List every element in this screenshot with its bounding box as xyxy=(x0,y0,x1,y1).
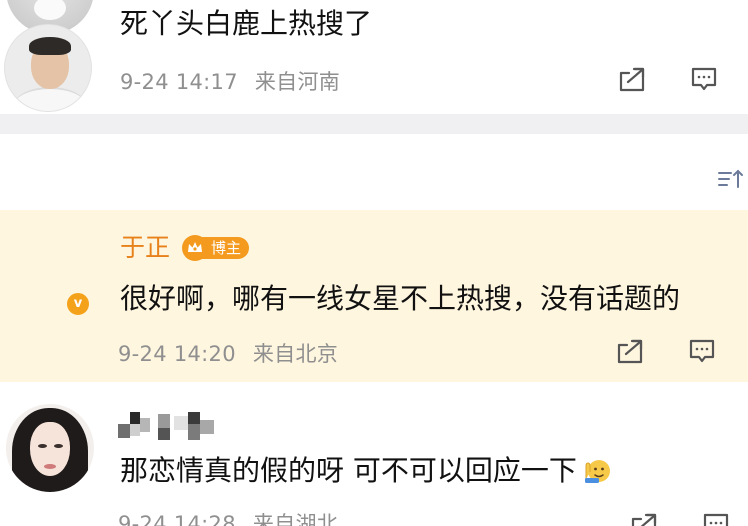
comment-date: 9-24 14:20 xyxy=(118,342,236,366)
comment-location: 来自湖北 xyxy=(252,512,339,526)
comment-meta: 9-24 14:17 来自河南 xyxy=(120,66,340,96)
username-obscured[interactable] xyxy=(118,412,218,442)
share-icon[interactable] xyxy=(630,512,658,526)
comment-meta: 9-24 14:28 来自湖北 xyxy=(118,508,338,526)
comment-icon[interactable] xyxy=(690,66,718,92)
comment-text: 那恋情真的假的呀 可不可以回应一下 xyxy=(120,452,613,490)
comment-text: 死丫头白鹿上热搜了 xyxy=(120,7,373,40)
avatar[interactable] xyxy=(6,404,94,492)
avatar[interactable] xyxy=(4,24,92,112)
comment-text-content: 那恋情真的假的呀 可不可以回应一下 xyxy=(120,454,577,487)
comment-meta: 9-24 14:20 来自北京 xyxy=(118,338,338,368)
comment-date: 9-24 14:17 xyxy=(120,70,238,94)
blogger-badge: 博主 xyxy=(182,234,250,262)
share-icon[interactable] xyxy=(618,66,646,92)
comment-location: 来自北京 xyxy=(252,342,339,366)
section-divider xyxy=(0,114,748,134)
comment-icon[interactable] xyxy=(688,338,716,364)
comment-feed: 死丫头白鹿上热搜了 9-24 14:17 来自河南 v 于正 博主 很好啊，哪有… xyxy=(0,0,748,526)
crown-icon xyxy=(182,235,208,261)
username[interactable]: 于正 xyxy=(120,232,170,264)
verified-badge-icon: v xyxy=(64,290,92,318)
share-icon[interactable] xyxy=(616,338,644,364)
raised-hand-emoji-icon xyxy=(583,454,613,484)
comment-item: 死丫头白鹿上热搜了 9-24 14:17 来自河南 xyxy=(0,0,748,114)
comment-icon[interactable] xyxy=(702,512,730,526)
sort-icon[interactable] xyxy=(716,166,746,192)
comment-text: 很好啊，哪有一线女星不上热搜，没有话题的 xyxy=(120,282,681,315)
comment-location: 来自河南 xyxy=(254,70,341,94)
blogger-badge-label: 博主 xyxy=(202,237,250,259)
comment-date: 9-24 14:28 xyxy=(118,512,236,526)
